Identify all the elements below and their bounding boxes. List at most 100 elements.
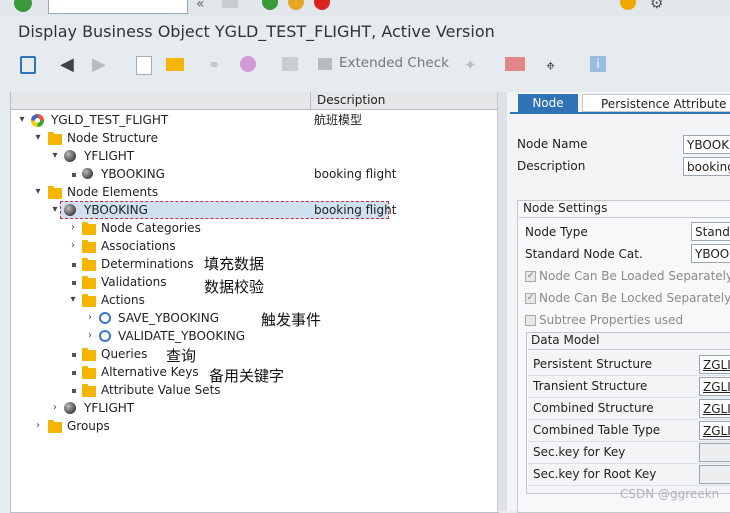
tree-groups[interactable]: Groups xyxy=(67,417,110,435)
data-model-field[interactable] xyxy=(699,465,730,484)
glasses-icon[interactable]: ⚭ xyxy=(208,56,221,74)
tree-save-ybooking[interactable]: SAVE_YBOOKING xyxy=(118,309,219,327)
tree-validations[interactable]: Validations xyxy=(101,273,167,291)
tree-ne-ybooking[interactable]: YBOOKING xyxy=(84,201,148,219)
leaf-bullet xyxy=(72,353,76,357)
hierarchy-icon[interactable] xyxy=(282,57,298,71)
save-icon[interactable] xyxy=(222,0,238,8)
folder-icon xyxy=(48,186,62,199)
node-type-field[interactable]: Standa xyxy=(691,222,730,241)
folder-icon xyxy=(82,348,96,361)
info-icon[interactable]: i xyxy=(590,56,606,72)
double-chevron-icon[interactable]: « xyxy=(196,0,205,12)
data-model-label: Persistent Structure xyxy=(533,357,652,371)
forward-arrow-icon[interactable]: ▶ xyxy=(92,54,106,75)
collapse-toggle[interactable]: ▾ xyxy=(50,201,60,219)
tree-ns-yflight[interactable]: YFLIGHT xyxy=(84,147,134,165)
can-be-locked-checkbox[interactable]: ✓ xyxy=(525,293,536,304)
tree-ne-yflight[interactable]: YFLIGHT xyxy=(84,399,134,417)
tree-node-categories[interactable]: Node Categories xyxy=(101,219,201,237)
collapse-toggle[interactable]: ▾ xyxy=(33,129,43,147)
magic-wand-icon[interactable]: ✦ xyxy=(464,56,477,74)
tree-validate-ybooking[interactable]: VALIDATE_YBOOKING xyxy=(118,327,245,345)
folder-icon xyxy=(82,240,96,253)
display-change-icon[interactable] xyxy=(20,56,36,74)
can-be-loaded-checkbox[interactable]: ✓ xyxy=(525,271,536,282)
transport-icon[interactable] xyxy=(505,57,525,71)
node-icon xyxy=(82,168,93,179)
leaf-bullet xyxy=(72,389,76,393)
node-type-label: Node Type xyxy=(525,225,588,239)
data-model-field[interactable]: ZGLI xyxy=(699,377,730,396)
collapse-toggle[interactable]: ▾ xyxy=(50,147,60,165)
tree-node-structure[interactable]: Node Structure xyxy=(67,129,158,147)
tree-header-description: Description xyxy=(310,92,497,110)
new-document-icon[interactable] xyxy=(136,56,152,75)
tree-ns-ybooking-description: booking flight xyxy=(314,167,397,181)
panel-splitter[interactable] xyxy=(497,92,507,511)
expand-toggle[interactable]: › xyxy=(68,219,78,237)
tree-ns-ybooking[interactable]: YBOOKING xyxy=(101,165,165,183)
data-model-field[interactable]: ZGLI xyxy=(699,399,730,418)
data-model-field[interactable] xyxy=(699,443,730,462)
activate-icon[interactable] xyxy=(240,56,256,72)
page-title: Display Business Object YGLD_TEST_FLIGHT… xyxy=(18,22,495,41)
row-separator xyxy=(528,441,730,442)
tree-root-description: 航班模型 xyxy=(314,113,363,127)
node-settings-title: Node Settings xyxy=(523,201,608,215)
annotation-validations: 数据校验 xyxy=(204,278,265,296)
tree-alternative-keys[interactable]: Alternative Keys xyxy=(101,363,199,381)
business-object-icon xyxy=(31,114,44,127)
tree-attribute-value-sets[interactable]: Attribute Value Sets xyxy=(101,381,221,399)
data-model-label: Sec.key for Key xyxy=(533,445,626,459)
command-field[interactable] xyxy=(48,0,188,14)
expand-toggle[interactable]: › xyxy=(50,399,60,417)
tab-node[interactable]: Node xyxy=(518,94,578,112)
watermark: CSDN @ggreekn xyxy=(620,487,720,501)
expand-toggle[interactable]: › xyxy=(85,327,95,345)
tree-actions[interactable]: Actions xyxy=(101,291,145,309)
tree-determinations[interactable]: Determinations xyxy=(101,255,194,273)
node-icon xyxy=(64,150,76,162)
folder-icon xyxy=(82,384,96,397)
description-field[interactable]: booking xyxy=(683,157,730,176)
node-name-field[interactable]: YBOOKI xyxy=(683,135,730,154)
can-be-locked-label: Node Can Be Locked Separately xyxy=(539,291,730,305)
data-model-field[interactable]: ZGLI xyxy=(699,355,730,374)
data-model-title: Data Model xyxy=(531,333,600,347)
description-label: Description xyxy=(517,159,586,173)
data-model-label: Combined Table Type xyxy=(533,423,661,437)
collapse-toggle[interactable]: ▾ xyxy=(33,183,43,201)
expand-toggle[interactable]: › xyxy=(68,237,78,255)
expand-toggle[interactable]: › xyxy=(33,417,43,435)
data-model-label: Combined Structure xyxy=(533,401,654,415)
back-arrow-icon[interactable]: ◀ xyxy=(60,54,74,75)
data-model-label: Sec.key for Root Key xyxy=(533,467,657,481)
tree-node-elements[interactable]: Node Elements xyxy=(67,183,158,201)
subtree-properties-checkbox[interactable] xyxy=(525,315,536,326)
leaf-bullet xyxy=(72,281,76,285)
expand-toggle[interactable]: › xyxy=(85,309,95,327)
tab-persistence-attribute-mapping[interactable]: Persistence Attribute M xyxy=(582,94,730,112)
open-folder-icon[interactable] xyxy=(166,58,184,71)
data-model-field[interactable]: ZGLI xyxy=(699,421,730,440)
action-icon xyxy=(99,312,111,324)
leaf-bullet xyxy=(72,371,76,375)
row-separator xyxy=(528,375,730,376)
tree-associations[interactable]: Associations xyxy=(101,237,176,255)
tree-ne-ybooking-description: booking flight xyxy=(314,203,397,217)
where-used-icon[interactable]: ⌖ xyxy=(546,56,555,76)
folder-icon xyxy=(82,276,96,289)
tree-queries[interactable]: Queries xyxy=(101,345,147,363)
collapse-toggle[interactable]: ▾ xyxy=(17,111,27,129)
leaf-bullet xyxy=(72,173,76,177)
extended-check-button[interactable]: Extended Check xyxy=(339,55,449,71)
tree-header-name xyxy=(11,92,310,110)
standard-node-cat-label: Standard Node Cat. xyxy=(525,247,643,261)
standard-node-cat-field[interactable]: YBOO xyxy=(691,244,730,263)
gear-icon[interactable]: ⚙ xyxy=(650,0,663,12)
tree-root-label[interactable]: YGLD_TEST_FLIGHT xyxy=(51,111,168,129)
collapse-toggle[interactable]: ▾ xyxy=(68,291,78,309)
folder-icon xyxy=(82,222,96,235)
check-icon[interactable] xyxy=(318,58,332,70)
